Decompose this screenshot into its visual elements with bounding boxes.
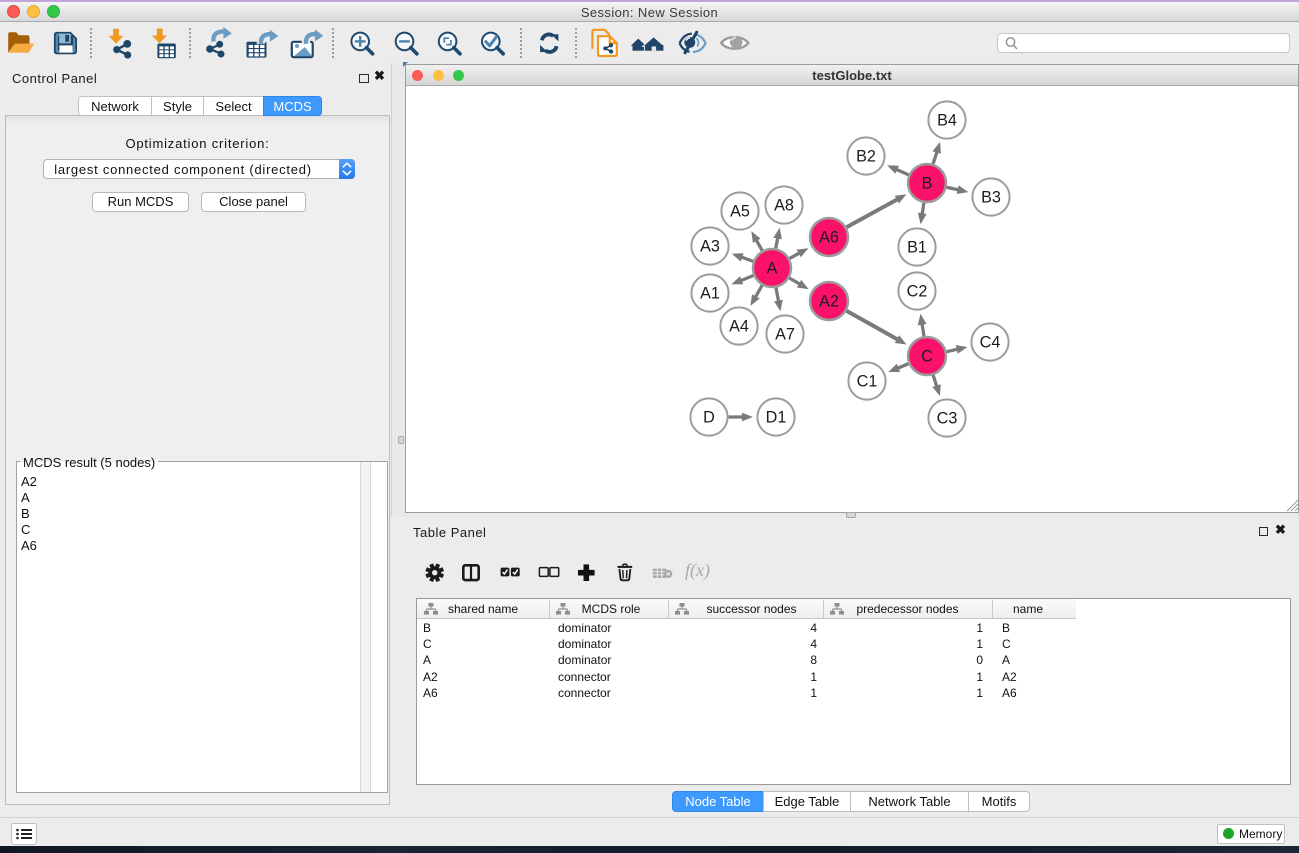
svg-text:A5: A5	[730, 203, 750, 221]
svg-text:C: C	[921, 348, 933, 366]
svg-text:B3: B3	[981, 189, 1001, 207]
svg-text:A8: A8	[774, 197, 794, 215]
svg-text:A4: A4	[729, 318, 749, 336]
svg-text:A6: A6	[819, 229, 839, 247]
svg-text:C4: C4	[980, 334, 1001, 352]
svg-text:D: D	[703, 409, 715, 427]
svg-text:C1: C1	[857, 373, 878, 391]
svg-text:C3: C3	[937, 410, 958, 428]
svg-text:B1: B1	[907, 239, 927, 257]
svg-text:B4: B4	[937, 112, 957, 130]
svg-text:B2: B2	[856, 148, 876, 166]
svg-text:A2: A2	[819, 293, 839, 311]
svg-text:A1: A1	[700, 285, 720, 303]
svg-text:B: B	[922, 175, 933, 193]
svg-text:D1: D1	[766, 409, 787, 427]
svg-text:A3: A3	[700, 238, 720, 256]
svg-text:A: A	[767, 260, 778, 278]
svg-text:A7: A7	[775, 326, 795, 344]
svg-text:C2: C2	[907, 283, 928, 301]
